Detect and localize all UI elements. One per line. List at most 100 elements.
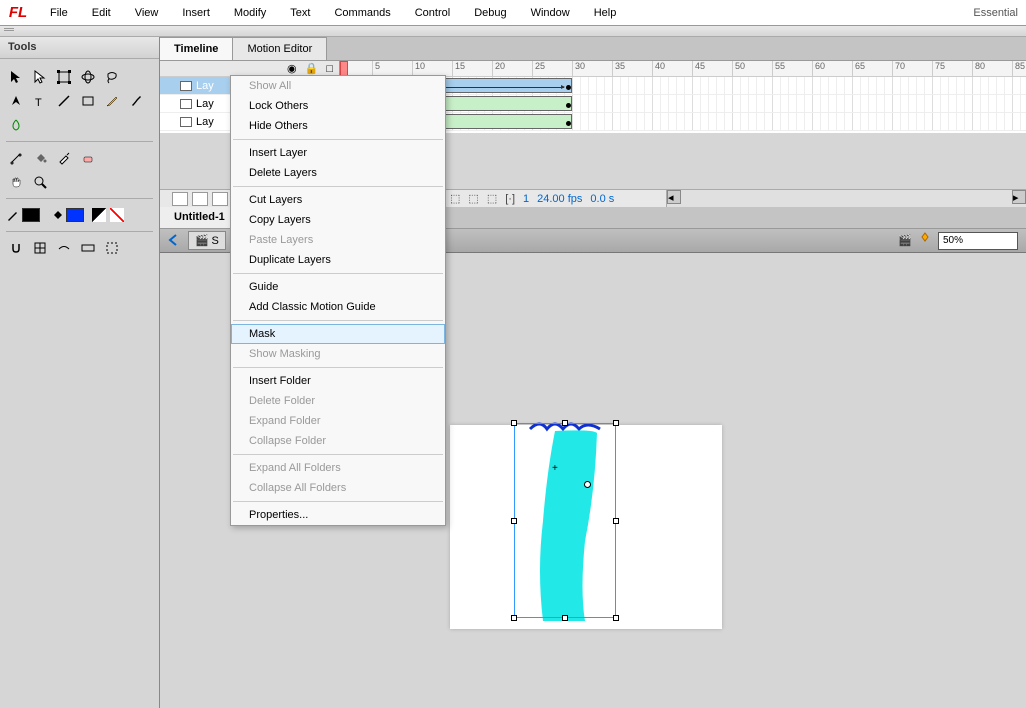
scene-crumb[interactable]: 🎬 S xyxy=(188,231,226,250)
onion-icon-4[interactable]: [·] xyxy=(505,193,515,205)
tools-title: Tools xyxy=(0,37,159,59)
back-button[interactable] xyxy=(166,233,184,249)
context-menu-item[interactable]: Add Classic Motion Guide xyxy=(231,297,445,317)
context-menu-item[interactable]: Properties... xyxy=(231,505,445,525)
selection-bounding-box[interactable] xyxy=(514,423,616,618)
delete-layer-button[interactable] xyxy=(212,192,228,206)
ruler-tick[interactable]: 85 xyxy=(1012,61,1025,77)
resize-handle[interactable] xyxy=(511,420,517,426)
context-menu-item[interactable]: Insert Layer xyxy=(231,143,445,163)
edit-symbols-icon[interactable] xyxy=(918,232,932,249)
menu-help[interactable]: Help xyxy=(582,3,629,23)
option-4[interactable] xyxy=(78,238,98,258)
ruler-tick[interactable]: 60 xyxy=(812,61,825,77)
context-menu-item[interactable]: Delete Layers xyxy=(231,163,445,183)
menu-commands[interactable]: Commands xyxy=(322,3,402,23)
eraser-tool[interactable] xyxy=(78,148,98,168)
option-5[interactable] xyxy=(102,238,122,258)
collapse-strip[interactable] xyxy=(0,26,1026,37)
3d-rotation-tool[interactable] xyxy=(78,67,98,87)
eyedropper-tool[interactable] xyxy=(54,148,74,168)
transform-origin[interactable] xyxy=(584,481,591,488)
resize-handle[interactable] xyxy=(562,615,568,621)
text-tool[interactable]: T xyxy=(30,91,50,111)
menu-modify[interactable]: Modify xyxy=(222,3,278,23)
default-colors-icon[interactable] xyxy=(92,208,106,222)
scroll-left-button[interactable]: ◂ xyxy=(667,190,681,204)
ruler-tick[interactable]: 50 xyxy=(732,61,745,77)
option-2[interactable] xyxy=(30,238,50,258)
free-transform-tool[interactable] xyxy=(54,67,74,87)
ruler-tick[interactable]: 20 xyxy=(492,61,505,77)
outline-header-icon[interactable]: □ xyxy=(326,63,333,75)
ruler-tick[interactable]: 15 xyxy=(452,61,465,77)
zoom-combo[interactable]: 50% xyxy=(938,232,1018,250)
ruler-tick[interactable]: 45 xyxy=(692,61,705,77)
ruler-tick[interactable]: 70 xyxy=(892,61,905,77)
edit-scene-icon[interactable]: 🎬 xyxy=(898,234,912,247)
context-menu-item[interactable]: Guide xyxy=(231,277,445,297)
visibility-header-icon[interactable]: ◉ xyxy=(287,62,297,75)
ruler-tick[interactable]: 55 xyxy=(772,61,785,77)
snap-option[interactable] xyxy=(6,238,26,258)
fill-color-swatch[interactable] xyxy=(66,208,84,222)
brush-tool[interactable] xyxy=(126,91,146,111)
workspace-switcher[interactable]: Essential xyxy=(973,7,1026,19)
menu-text[interactable]: Text xyxy=(278,3,322,23)
context-menu-item[interactable]: Insert Folder xyxy=(231,371,445,391)
new-folder-button[interactable] xyxy=(192,192,208,206)
lock-header-icon[interactable]: 🔒 xyxy=(305,62,319,75)
menu-debug[interactable]: Debug xyxy=(462,3,518,23)
pen-tool[interactable] xyxy=(6,91,26,111)
context-menu-item[interactable]: Cut Layers xyxy=(231,190,445,210)
no-color-icon[interactable] xyxy=(110,208,124,222)
line-tool[interactable] xyxy=(54,91,74,111)
menu-window[interactable]: Window xyxy=(519,3,582,23)
context-menu-item[interactable]: Hide Others xyxy=(231,116,445,136)
ruler-tick[interactable]: 40 xyxy=(652,61,665,77)
menu-file[interactable]: File xyxy=(38,3,80,23)
resize-handle[interactable] xyxy=(511,518,517,524)
pencil-tool[interactable] xyxy=(102,91,122,111)
rectangle-tool[interactable] xyxy=(78,91,98,111)
lasso-tool[interactable] xyxy=(102,67,122,87)
menu-edit[interactable]: Edit xyxy=(80,3,123,23)
new-layer-button[interactable] xyxy=(172,192,188,206)
tab-timeline[interactable]: Timeline xyxy=(160,37,233,60)
frame-scrollbar[interactable]: ◂ ▸ xyxy=(666,190,1026,208)
onion-icon-2[interactable]: ⬚ xyxy=(468,192,478,205)
subselection-tool[interactable] xyxy=(30,67,50,87)
zoom-tool[interactable] xyxy=(30,172,50,192)
context-menu-item[interactable]: Mask xyxy=(231,324,445,344)
context-menu-item[interactable]: Copy Layers xyxy=(231,210,445,230)
stroke-color-swatch[interactable] xyxy=(22,208,40,222)
layer-icon xyxy=(180,99,192,109)
menu-insert[interactable]: Insert xyxy=(170,3,222,23)
ruler-tick[interactable]: 75 xyxy=(932,61,945,77)
deco-tool[interactable] xyxy=(6,115,26,135)
menu-view[interactable]: View xyxy=(123,3,171,23)
paint-bucket-tool[interactable] xyxy=(30,148,50,168)
scroll-right-button[interactable]: ▸ xyxy=(1012,190,1026,204)
ruler-tick[interactable]: 80 xyxy=(972,61,985,77)
resize-handle[interactable] xyxy=(613,615,619,621)
hand-tool[interactable] xyxy=(6,172,26,192)
selection-tool[interactable] xyxy=(6,67,26,87)
ruler-tick[interactable]: 30 xyxy=(572,61,585,77)
resize-handle[interactable] xyxy=(511,615,517,621)
ruler-tick[interactable]: 35 xyxy=(612,61,625,77)
menu-control[interactable]: Control xyxy=(403,3,462,23)
context-menu-item[interactable]: Lock Others xyxy=(231,96,445,116)
onion-icon-3[interactable]: ⬚ xyxy=(487,192,497,205)
ruler-tick[interactable]: 25 xyxy=(532,61,545,77)
document-tab[interactable]: Untitled-1 xyxy=(160,207,240,228)
ruler-tick[interactable]: 65 xyxy=(852,61,865,77)
onion-icon[interactable]: ⬚ xyxy=(450,192,460,205)
bone-tool[interactable] xyxy=(6,148,26,168)
resize-handle[interactable] xyxy=(613,420,619,426)
resize-handle[interactable] xyxy=(613,518,619,524)
tab-motion-editor[interactable]: Motion Editor xyxy=(233,37,327,60)
option-3[interactable] xyxy=(54,238,74,258)
context-menu-item[interactable]: Duplicate Layers xyxy=(231,250,445,270)
resize-handle[interactable] xyxy=(562,420,568,426)
